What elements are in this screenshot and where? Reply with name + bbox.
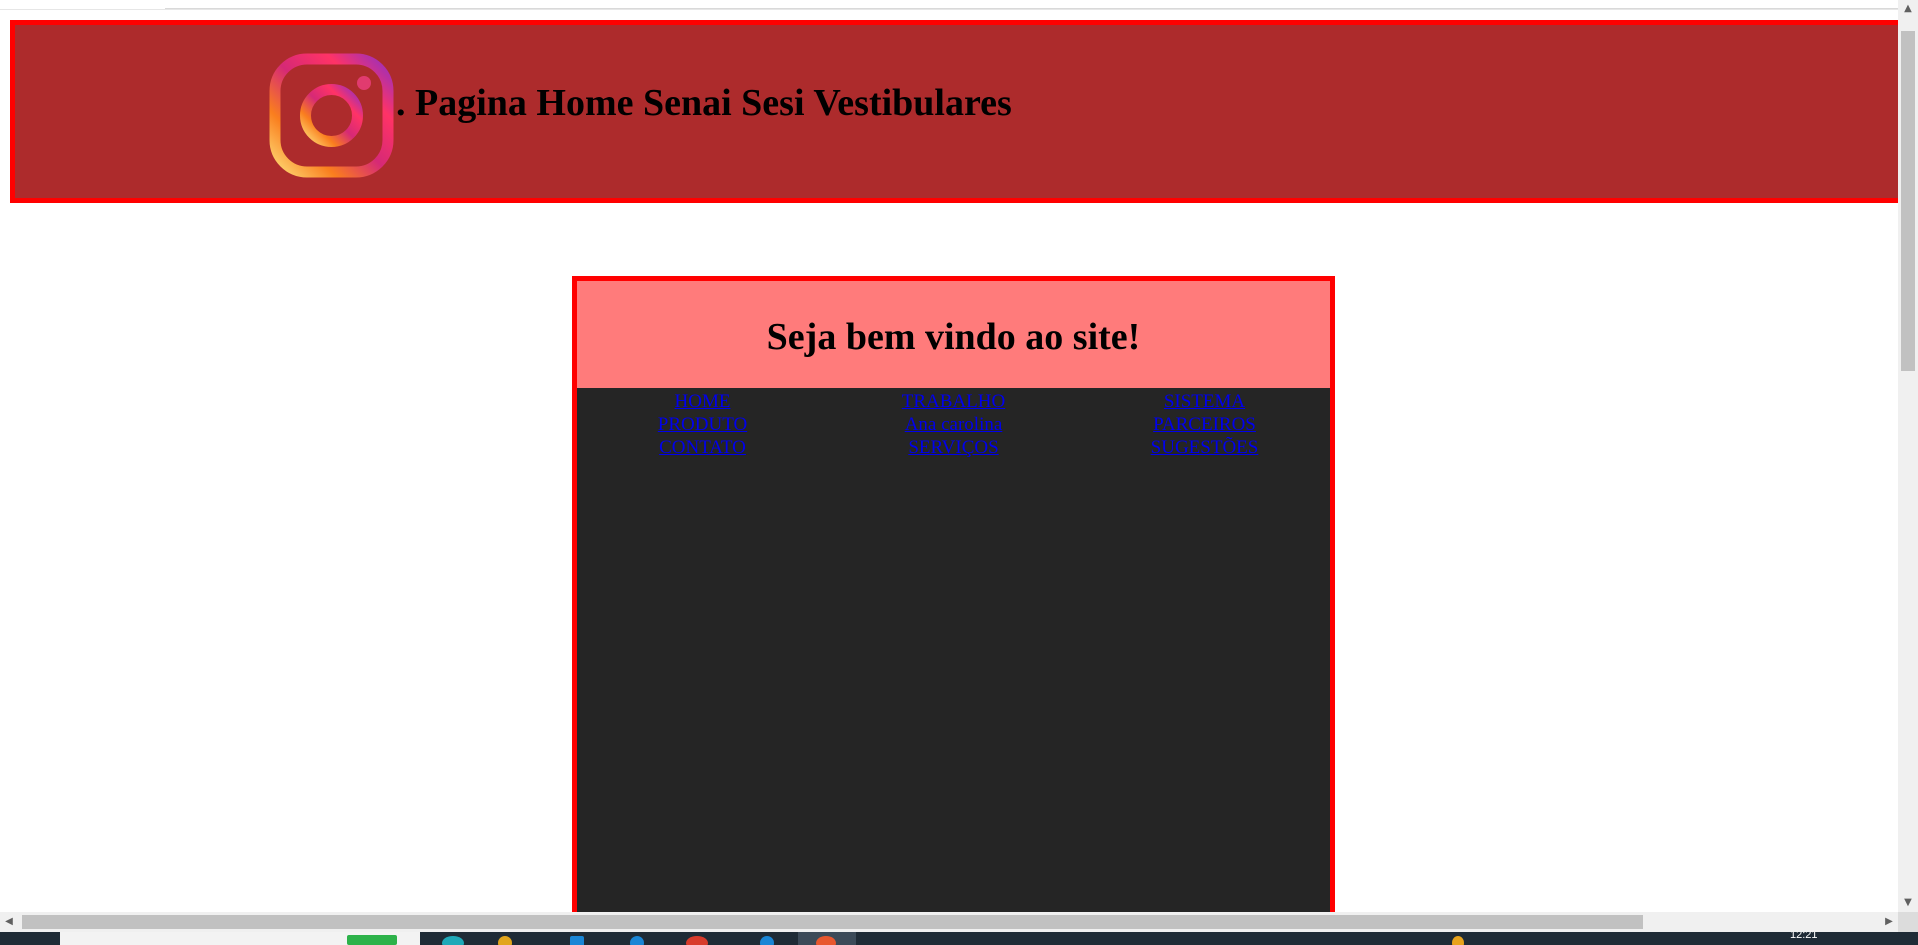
- menu-link-sugestoes[interactable]: SUGESTÕES: [1151, 436, 1259, 459]
- taskbar-clock[interactable]: 12:21: [1790, 932, 1818, 941]
- folder-icon[interactable]: [498, 936, 512, 945]
- welcome-body: [577, 457, 1330, 912]
- taskbar-app-icon[interactable]: [630, 936, 644, 945]
- main-menu: HOME PRODUTO CONTATO TRABALHO Ana caroli…: [577, 388, 1330, 459]
- taskbar-app-icon[interactable]: [686, 936, 708, 945]
- horizontal-scrollbar[interactable]: ◀ ▶: [0, 912, 1898, 932]
- menu-link-servicos[interactable]: SERVIÇOS: [908, 436, 998, 459]
- tray-icon[interactable]: [1452, 936, 1464, 945]
- menu-link-ana-carolina[interactable]: Ana carolina: [905, 413, 1003, 436]
- scroll-up-arrow-icon[interactable]: ▲: [1898, 0, 1918, 18]
- page-header: . Pagina Home Senai Sesi Vestibulares: [10, 20, 1898, 203]
- vertical-scrollbar[interactable]: ▲ ▼: [1898, 0, 1918, 912]
- taskbar-app-icon[interactable]: [347, 935, 397, 945]
- menu-link-produto[interactable]: PRODUTO: [658, 413, 747, 436]
- divider: [165, 8, 1898, 9]
- instagram-logo-icon[interactable]: [269, 53, 394, 178]
- page-title: . Pagina Home Senai Sesi Vestibulares: [396, 82, 1012, 124]
- taskbar-app-icon[interactable]: [570, 936, 584, 945]
- taskbar: 12:21: [0, 932, 1918, 945]
- taskbar-app-icon[interactable]: [442, 936, 464, 945]
- taskbar-app-icon[interactable]: [816, 936, 836, 945]
- menu-link-parceiros[interactable]: PARCEIROS: [1153, 413, 1256, 436]
- horizontal-scroll-thumb[interactable]: [22, 915, 1643, 929]
- taskbar-app-icon[interactable]: [760, 936, 774, 945]
- menu-link-sistema[interactable]: SISTEMA: [1164, 390, 1245, 413]
- scroll-right-arrow-icon[interactable]: ▶: [1880, 912, 1898, 932]
- menu-link-contato[interactable]: CONTATO: [659, 436, 746, 459]
- menu-link-home[interactable]: HOME: [675, 390, 731, 413]
- menu-column-3: SISTEMA PARCEIROS SUGESTÕES: [1079, 388, 1330, 459]
- scroll-left-arrow-icon[interactable]: ◀: [0, 912, 18, 932]
- welcome-title: Seja bem vindo ao site!: [766, 316, 1141, 358]
- menu-column-1: HOME PRODUTO CONTATO: [577, 388, 828, 459]
- scrollbar-corner: [1898, 912, 1918, 932]
- menu-link-trabalho[interactable]: TRABALHO: [902, 390, 1005, 413]
- browser-viewport: . Pagina Home Senai Sesi Vestibulares Se…: [0, 0, 1898, 912]
- welcome-header: Seja bem vindo ao site!: [577, 281, 1330, 388]
- menu-column-2: TRABALHO Ana carolina SERVIÇOS: [828, 388, 1079, 459]
- vertical-scroll-thumb[interactable]: [1901, 31, 1915, 371]
- browser-top-edge: [0, 0, 1898, 10]
- scroll-down-arrow-icon[interactable]: ▼: [1898, 894, 1918, 912]
- welcome-panel: Seja bem vindo ao site! HOME PRODUTO CON…: [572, 276, 1335, 912]
